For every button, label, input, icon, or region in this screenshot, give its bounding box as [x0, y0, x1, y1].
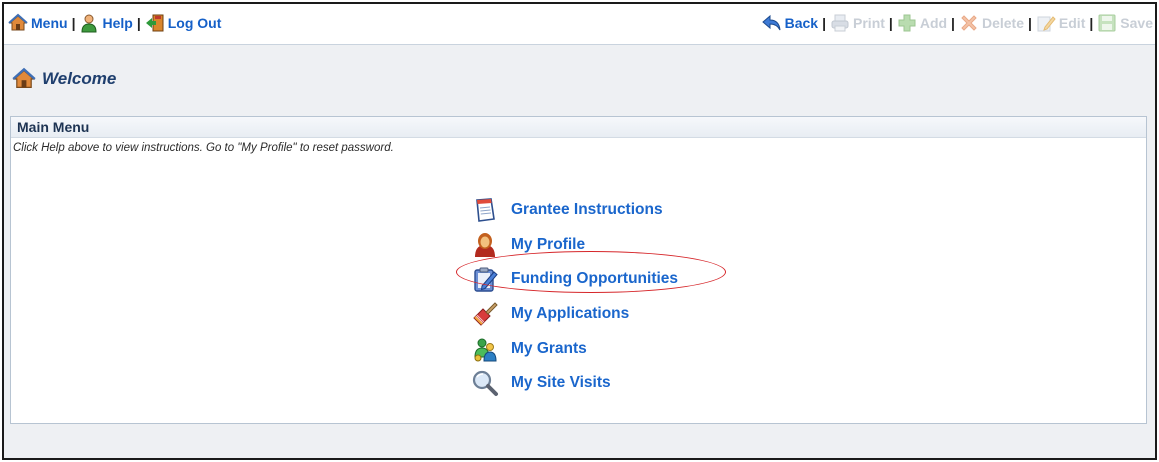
- edit-pencil-icon: [1037, 16, 1056, 32]
- menu-item-label: Grantee Instructions: [511, 201, 663, 219]
- clipboard-pencil-icon: [474, 267, 498, 293]
- menu-item-label: My Applications: [511, 305, 630, 323]
- menu-item-my-site-visits[interactable]: My Site Visits: [471, 366, 678, 401]
- menu-item-label: Funding Opportunities: [511, 270, 679, 288]
- magnifier-icon: [472, 371, 498, 397]
- save-button-label: Save: [1120, 15, 1153, 31]
- back-arrow-icon: [761, 14, 781, 31]
- help-link-label: Help: [102, 15, 133, 31]
- logout-link[interactable]: Log Out: [145, 13, 222, 33]
- main-menu-list: Grantee Instructions My Profile Funding …: [471, 193, 678, 401]
- menu-link-label: Menu: [31, 15, 68, 31]
- separator: |: [822, 15, 827, 31]
- back-button-label: Back: [784, 15, 819, 31]
- delete-button[interactable]: Delete: [959, 13, 1024, 33]
- person-icon: [475, 232, 495, 257]
- delete-button-label: Delete: [981, 15, 1024, 31]
- toolbar-left: Menu | Help | Log Out: [8, 13, 221, 33]
- edit-button[interactable]: Edit: [1036, 13, 1085, 33]
- separator: |: [951, 15, 955, 31]
- add-button-label: Add: [919, 15, 948, 31]
- help-link[interactable]: Help: [79, 13, 133, 33]
- separator: |: [71, 15, 76, 31]
- menu-item-label: My Grants: [511, 339, 587, 357]
- separator: |: [1089, 15, 1094, 31]
- help-person-icon: [81, 14, 97, 33]
- print-button[interactable]: Print: [830, 13, 885, 33]
- menu-item-funding-opportunities[interactable]: Funding Opportunities: [471, 262, 678, 297]
- print-button-label: Print: [853, 15, 885, 31]
- welcome-header: Welcome: [4, 45, 1155, 113]
- menu-item-label: My Site Visits: [511, 374, 611, 392]
- menu-link[interactable]: Menu: [8, 13, 68, 33]
- save-disk-icon: [1098, 14, 1116, 32]
- menu-item-my-applications[interactable]: My Applications: [471, 297, 678, 332]
- add-button[interactable]: Add: [897, 13, 947, 33]
- home-icon: [12, 67, 36, 88]
- edit-button-label: Edit: [1058, 15, 1086, 31]
- save-button[interactable]: Save: [1097, 13, 1153, 33]
- separator: |: [888, 15, 893, 31]
- back-button[interactable]: Back: [761, 13, 819, 33]
- people-money-icon: [474, 338, 497, 362]
- add-plus-icon: [898, 14, 916, 32]
- exit-door-icon: [145, 14, 164, 32]
- menu-item-grantee-instructions[interactable]: Grantee Instructions: [471, 193, 678, 228]
- main-menu-panel: Main Menu Click Help above to view instr…: [10, 116, 1147, 424]
- app-frame: Menu | Help | Log Out Back | Print | Add…: [2, 2, 1157, 460]
- page-title: Welcome: [42, 69, 117, 88]
- print-icon: [831, 14, 849, 32]
- welcome-title-row: Welcome: [12, 67, 116, 91]
- home-icon: [8, 13, 28, 31]
- separator: |: [1028, 15, 1032, 31]
- menu-item-label: My Profile: [511, 235, 586, 253]
- menu-item-my-profile[interactable]: My Profile: [471, 228, 678, 263]
- paint-brush-icon: [473, 302, 498, 326]
- top-toolbar: Menu | Help | Log Out Back | Print | Add…: [4, 4, 1155, 45]
- notepad-icon: [476, 198, 495, 223]
- separator: |: [136, 15, 141, 31]
- toolbar-right: Back | Print | Add | Delete | Edit | Sav…: [761, 13, 1153, 33]
- delete-x-icon: [961, 15, 977, 31]
- logout-link-label: Log Out: [167, 15, 222, 31]
- panel-title: Main Menu: [11, 117, 1146, 138]
- menu-item-my-grants[interactable]: My Grants: [471, 331, 678, 366]
- instructions-note: Click Help above to view instructions. G…: [13, 142, 394, 154]
